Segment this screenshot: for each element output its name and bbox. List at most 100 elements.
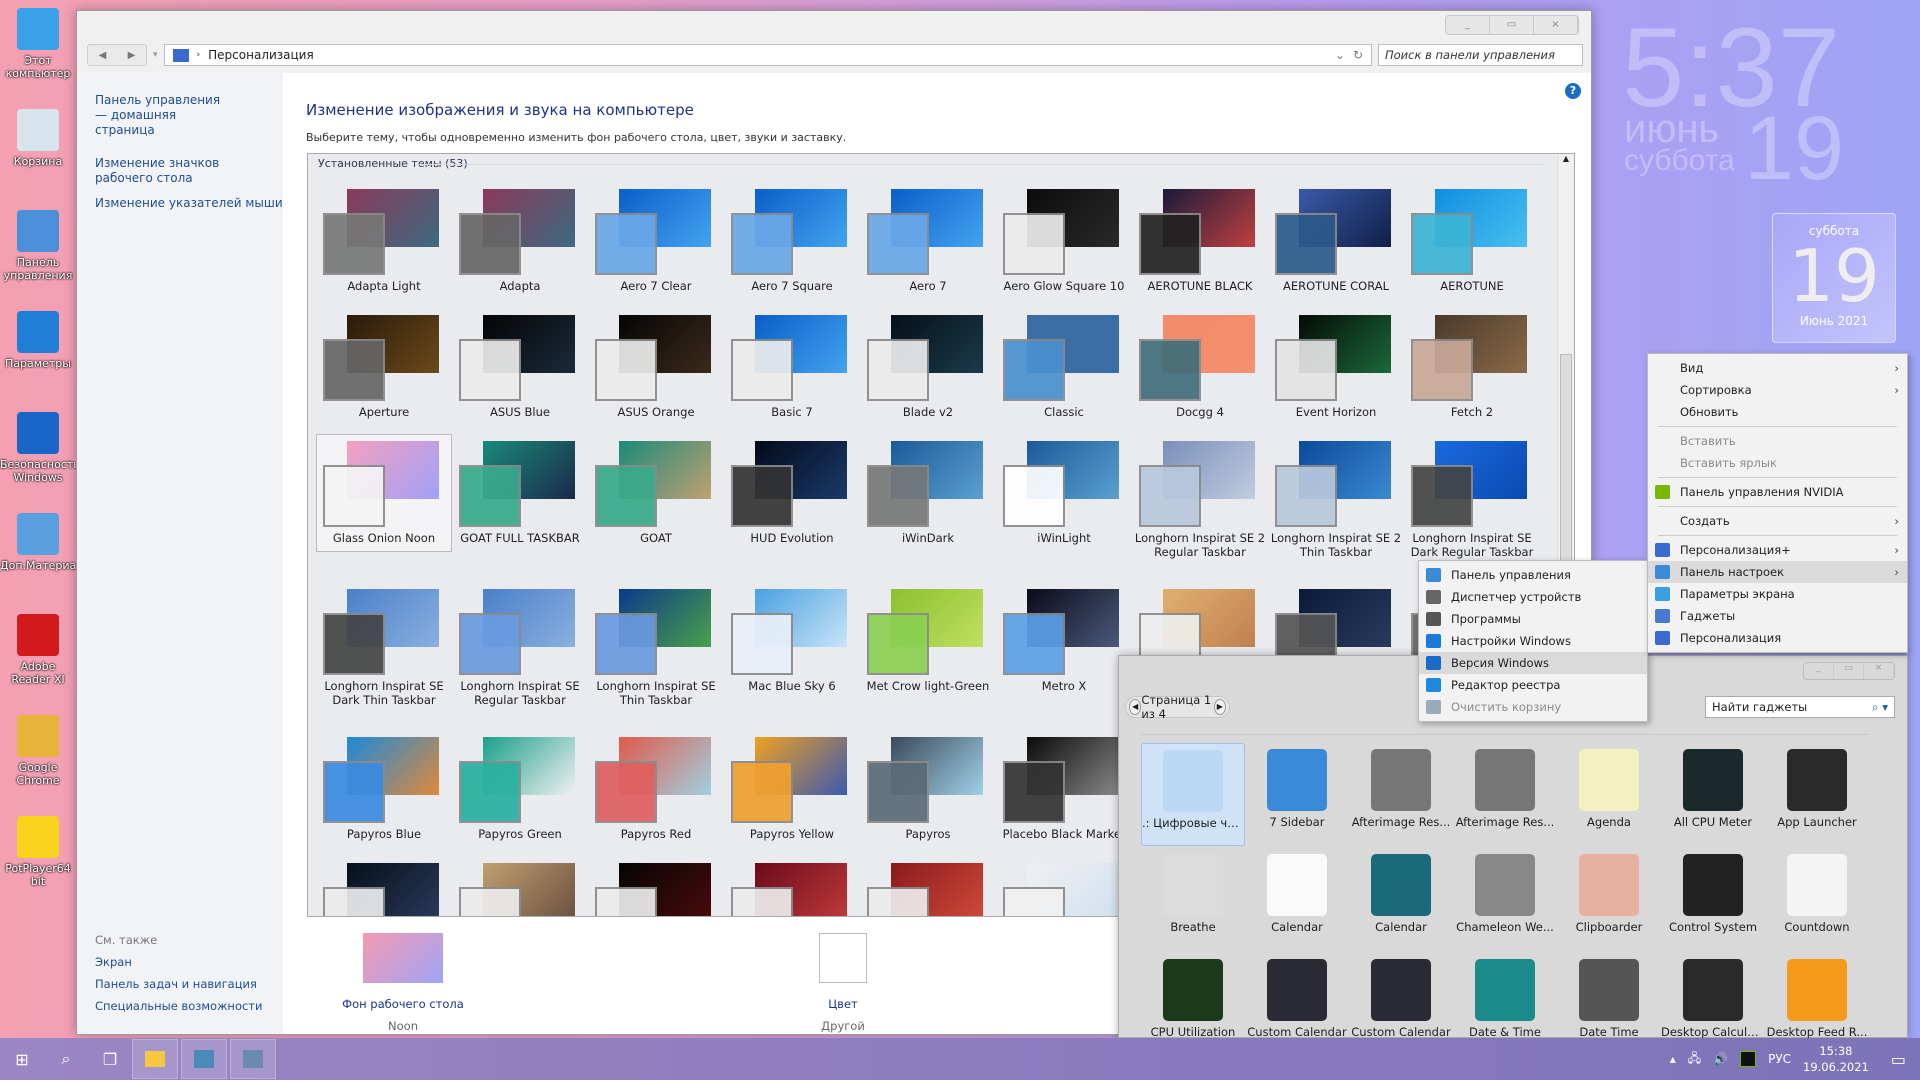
desktop-icon[interactable]: PotPlayer64 bit <box>0 816 76 888</box>
link-display[interactable]: Экран <box>95 955 262 969</box>
nvidia-icon[interactable] <box>1740 1051 1757 1067</box>
theme-tile[interactable]: Glass Onion Noon <box>316 434 452 552</box>
file-explorer-icon[interactable] <box>132 1039 178 1079</box>
gadget-item[interactable]: 7 Sidebar <box>1245 743 1349 846</box>
theme-tile[interactable] <box>316 856 452 916</box>
theme-tile[interactable]: Basic 7 <box>724 308 860 426</box>
theme-tile[interactable]: AEROTUNE CORAL <box>1268 182 1404 300</box>
theme-tile[interactable]: HUD Evolution <box>724 434 860 552</box>
theme-tile[interactable]: AEROTUNE BLACK <box>1132 182 1268 300</box>
menu-item[interactable]: Гаджеты <box>1648 605 1907 627</box>
menu-item[interactable]: Редактор реестра <box>1419 674 1647 696</box>
recent-dropdown-icon[interactable]: ▾ <box>153 50 158 60</box>
gadget-item[interactable]: Afterimage Res... <box>1453 743 1557 846</box>
close-button[interactable]: × <box>1864 663 1894 679</box>
search-input[interactable]: Поиск в панели управления <box>1378 44 1583 66</box>
theme-tile[interactable]: Longhorn Inspirat SE 2 Regular Taskbar <box>1132 434 1268 574</box>
theme-tile[interactable]: Longhorn Inspirat SE Thin Taskbar <box>588 582 724 722</box>
theme-tile[interactable]: GOAT <box>588 434 724 552</box>
back-icon[interactable]: ◀ <box>99 50 107 61</box>
theme-tile[interactable]: iWinDark <box>860 434 996 552</box>
theme-tile[interactable]: Classic <box>996 308 1132 426</box>
minimize-button[interactable]: _ <box>1446 16 1490 34</box>
gadget-item[interactable]: All CPU Meter <box>1661 743 1765 846</box>
desktop-icon[interactable]: Корзина <box>0 109 76 168</box>
minimize-button[interactable]: _ <box>1804 663 1834 679</box>
menu-item[interactable]: Обновить <box>1648 401 1907 423</box>
theme-tile[interactable]: Metro X <box>996 582 1132 700</box>
calendar-gadget[interactable]: суббота 19 Июнь 2021 <box>1772 213 1896 343</box>
theme-tile[interactable]: Longhorn Inspirat SE Regular Taskbar <box>452 582 588 722</box>
next-page-icon[interactable]: ▶ <box>1213 699 1227 715</box>
menu-item[interactable]: Программы <box>1419 608 1647 630</box>
task-view-icon[interactable]: ❐ <box>88 1039 132 1079</box>
menu-item[interactable]: Вставить <box>1648 430 1907 452</box>
theme-tile[interactable]: Aero Glow Square 10 <box>996 182 1132 300</box>
gadget-item[interactable]: App Launcher <box>1765 743 1869 846</box>
menu-item[interactable]: Сортировка › <box>1648 379 1907 401</box>
theme-tile[interactable]: Fetch 2 <box>1404 308 1540 426</box>
theme-tile[interactable]: Adapta <box>452 182 588 300</box>
menu-item[interactable]: Персонализация+ › <box>1648 539 1907 561</box>
theme-tile[interactable]: ASUS Blue <box>452 308 588 426</box>
theme-tile[interactable]: Placebo Black Market <box>996 730 1132 848</box>
maximize-button[interactable]: ▭ <box>1490 16 1534 34</box>
theme-tile[interactable]: ASUS Orange <box>588 308 724 426</box>
notifications-icon[interactable]: ▭ <box>1891 1050 1906 1069</box>
taskbar-clock[interactable]: 15:38 19.06.2021 <box>1803 1043 1869 1075</box>
theme-tile[interactable] <box>452 856 588 916</box>
forward-icon[interactable]: ▶ <box>128 50 136 61</box>
gadget-item[interactable]: Chameleon We... <box>1453 848 1557 951</box>
search-icon[interactable]: ⌕ <box>44 1039 88 1079</box>
close-button[interactable]: × <box>1534 16 1578 34</box>
gadget-item[interactable]: Calendar <box>1245 848 1349 951</box>
theme-tile[interactable]: Docgg 4 <box>1132 308 1268 426</box>
gadget-item[interactable]: Calendar <box>1349 848 1453 951</box>
theme-tile[interactable]: Longhorn Inspirat SE 2 Thin Taskbar <box>1268 434 1404 574</box>
chevron-down-icon[interactable]: ⌄ <box>1335 48 1345 62</box>
gadget-item[interactable]: .: Цифровые ча... <box>1141 743 1245 846</box>
menu-item[interactable]: Панель настроек › <box>1648 561 1907 583</box>
color-button[interactable]: Цвет Другой <box>763 933 923 1033</box>
menu-item[interactable]: Вставить ярлык <box>1648 452 1907 474</box>
menu-item[interactable]: Диспетчер устройств <box>1419 586 1647 608</box>
theme-tile[interactable]: Aero 7 Clear <box>588 182 724 300</box>
theme-tile[interactable]: Adapta Light <box>316 182 452 300</box>
prev-page-icon[interactable]: ◀ <box>1129 699 1142 715</box>
start-icon[interactable]: ⊞ <box>0 1039 44 1079</box>
menu-item[interactable]: Параметры экрана <box>1648 583 1907 605</box>
desktop-icon[interactable]: Безопасность Windows <box>0 412 80 484</box>
theme-tile[interactable]: Papyros Green <box>452 730 588 848</box>
language-indicator[interactable]: РУС <box>1768 1052 1791 1066</box>
theme-tile[interactable]: Papyros <box>860 730 996 848</box>
theme-tile[interactable]: Aero 7 <box>860 182 996 300</box>
theme-tile[interactable]: Papyros Red <box>588 730 724 848</box>
address-bar[interactable]: › Персонализация ⌄ ↻ <box>163 44 1372 66</box>
menu-item[interactable]: Очистить корзину <box>1419 696 1647 718</box>
refresh-icon[interactable]: ↻ <box>1353 48 1363 62</box>
link-taskbar[interactable]: Панель задач и навигация <box>95 977 262 991</box>
gadget-item[interactable]: Breathe <box>1141 848 1245 951</box>
menu-item[interactable]: Настройки Windows <box>1419 630 1647 652</box>
desktop-icon[interactable]: Google Chrome <box>0 715 76 787</box>
gadget-item[interactable]: Afterimage Res... <box>1349 743 1453 846</box>
menu-item[interactable]: Панель управления <box>1419 564 1647 586</box>
theme-tile[interactable]: Aperture <box>316 308 452 426</box>
desktop-icon[interactable]: Adobe Reader XI <box>0 614 76 686</box>
help-icon[interactable]: ? <box>1565 83 1581 99</box>
maximize-button[interactable]: ▭ <box>1834 663 1864 679</box>
theme-tile[interactable]: Event Horizon <box>1268 308 1404 426</box>
link-mouse-pointers[interactable]: Изменение указателей мыши <box>95 196 283 211</box>
desktop-background-button[interactable]: Фон рабочего стола Noon <box>323 933 483 1033</box>
theme-tile[interactable] <box>724 856 860 916</box>
theme-tile[interactable]: Longhorn Inspirat SE Dark Regular Taskba… <box>1404 434 1540 574</box>
link-desktop-icons[interactable]: Изменение значков рабочего стола <box>95 156 265 186</box>
network-icon[interactable]: 🖧 <box>1688 1049 1701 1070</box>
theme-tile[interactable]: Aero 7 Square <box>724 182 860 300</box>
search-icon[interactable]: ⌕ ▾ <box>1872 700 1888 715</box>
desktop-icon[interactable]: Этот компьютер <box>0 8 76 80</box>
menu-item[interactable]: Создать › <box>1648 510 1907 532</box>
theme-tile[interactable]: Met Crow light-Green <box>860 582 996 700</box>
theme-tile[interactable]: Papyros Blue <box>316 730 452 848</box>
volume-icon[interactable]: 🔊 <box>1713 1052 1728 1066</box>
